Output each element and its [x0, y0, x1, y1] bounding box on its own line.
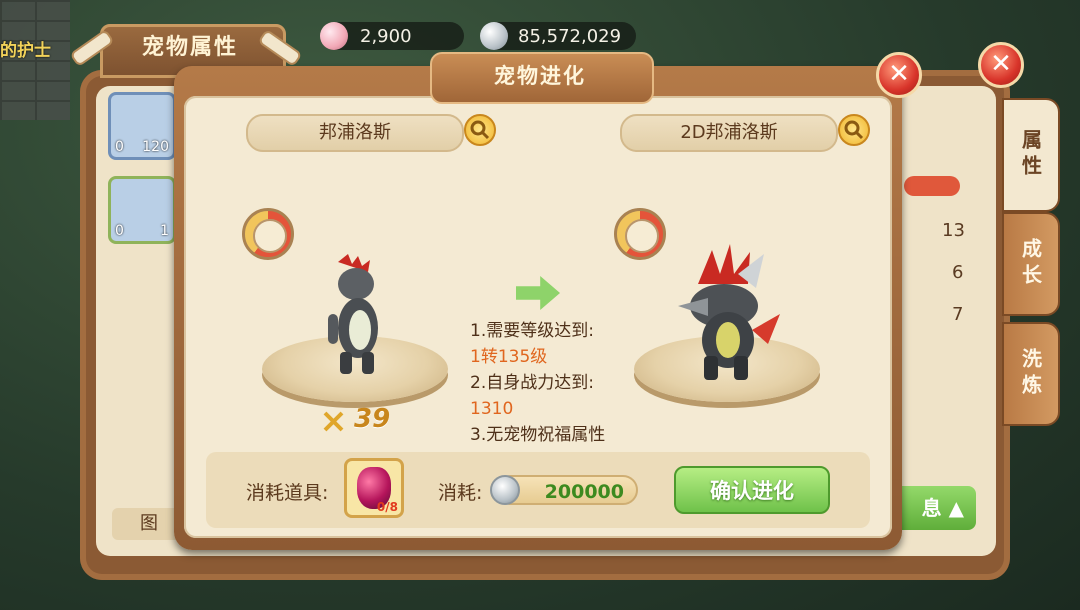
coin-cost-label: 消耗: — [438, 482, 483, 504]
evolution-title: 宠物进化 — [494, 64, 586, 88]
item-cost-label: 消耗道具: — [246, 482, 329, 504]
medal-icon[interactable] — [242, 208, 294, 260]
requirements-list: 1.需要等级达到: 1转135级 2.自身战力达到: 1310 3.无宠物祝福属… — [470, 318, 630, 448]
pet-list-item[interactable]: 0 1 — [108, 176, 176, 244]
evolution-item-slot[interactable]: 0/8 — [344, 458, 404, 518]
requirement-value: 1310 — [470, 399, 514, 419]
handbook-button[interactable]: 图 — [112, 508, 182, 540]
pet-attributes-title: 宠物属性 — [141, 35, 238, 60]
evolved-pet-name: 2D邦浦洛斯 — [620, 114, 838, 152]
npc-name-tag: 的护士 — [0, 41, 51, 61]
stat-value: 7 — [952, 304, 964, 325]
coin-icon — [490, 475, 520, 505]
close-icon[interactable]: ✕ — [876, 52, 922, 98]
requirement-line: 2.自身战力达到: — [470, 373, 594, 393]
tab-refine[interactable]: 洗炼 — [1002, 322, 1060, 426]
confirm-evolution-button[interactable]: 确认进化 — [674, 466, 830, 514]
magnifier-icon[interactable] — [464, 114, 496, 146]
medal-icon[interactable] — [614, 208, 666, 260]
stat-bar — [904, 176, 960, 196]
tab-attributes[interactable]: 属性 — [1002, 98, 1060, 212]
evolved-pet-sprite — [678, 244, 780, 380]
swords-icon — [322, 410, 346, 432]
pet-list-item[interactable]: 0 120 — [108, 92, 176, 160]
item-count: 0/8 — [376, 500, 398, 514]
stat-value: 13 — [942, 220, 965, 241]
stat-value: 6 — [952, 262, 964, 283]
current-pet-sprite — [328, 254, 378, 374]
current-pet-level: 39 — [354, 404, 391, 434]
magnifier-icon[interactable] — [838, 114, 870, 146]
close-icon[interactable]: ✕ — [978, 42, 1024, 88]
requirement-line: 3.无宠物祝福属性 — [470, 425, 606, 445]
current-pet-name: 邦浦洛斯 — [246, 114, 464, 152]
requirement-value: 1转135级 — [470, 347, 548, 367]
pearl-icon — [320, 22, 348, 50]
silver-coin-icon — [480, 22, 508, 50]
tab-growth[interactable]: 成长 — [1002, 212, 1060, 316]
requirement-line: 1.需要等级达到: — [470, 321, 594, 341]
